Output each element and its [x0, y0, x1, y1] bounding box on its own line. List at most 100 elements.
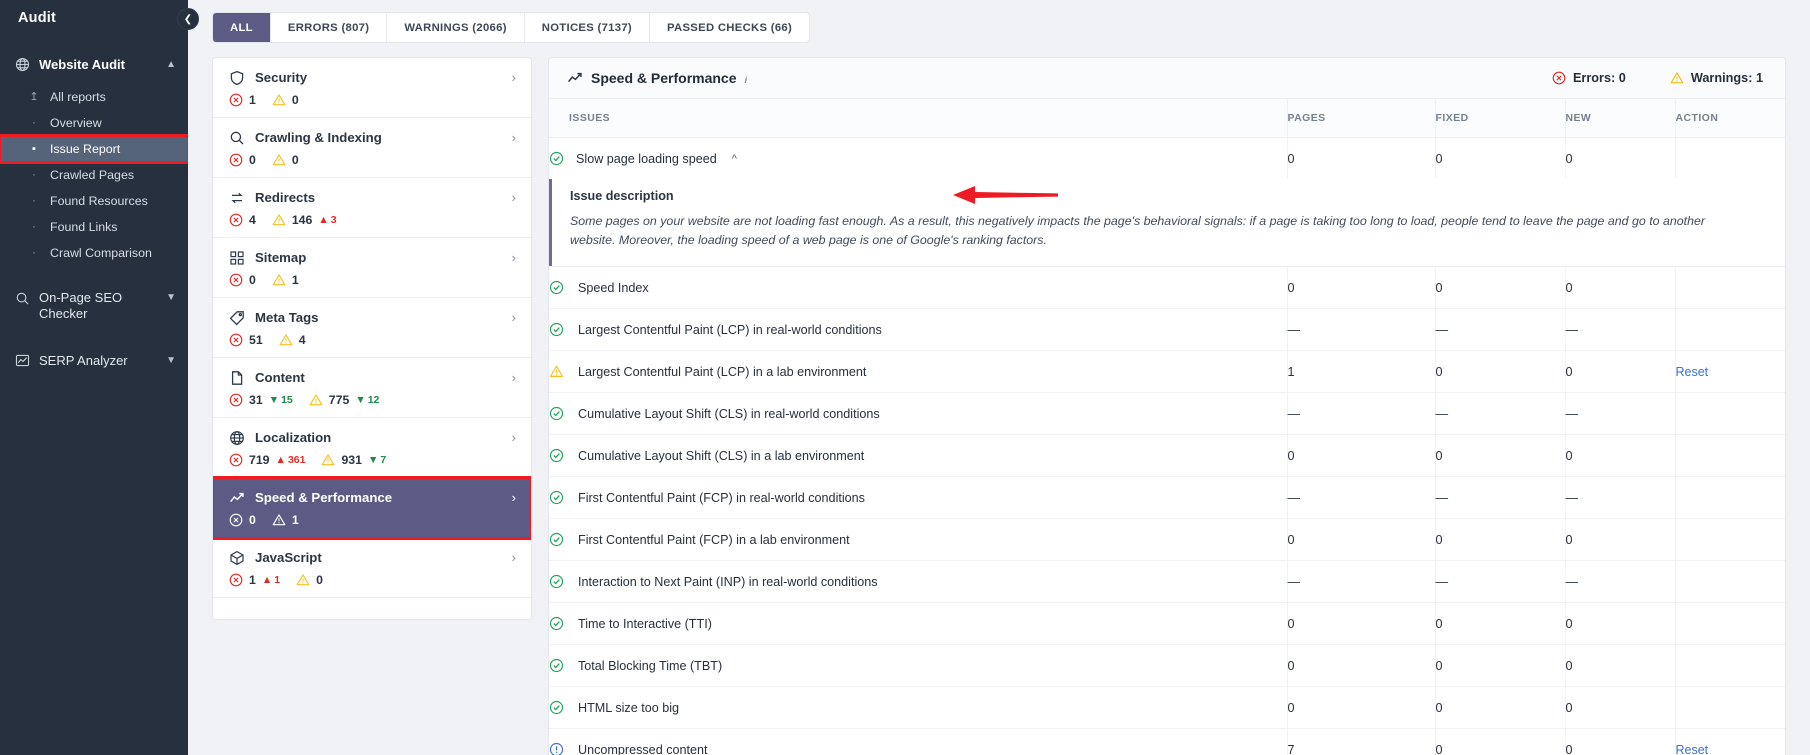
table-row[interactable]: Speed Index 0 0 0 [549, 266, 1785, 310]
sidebar-item-crawl-comparison[interactable]: · Crawl Comparison [0, 240, 188, 266]
tab-notices[interactable]: NOTICES (7137) [525, 13, 650, 42]
issue-description-row: Issue description Some pages on your web… [549, 179, 1785, 268]
category-sitemap[interactable]: Sitemap › 0 1 [213, 238, 531, 298]
warning-icon [272, 214, 286, 226]
sidebar-item-overview[interactable]: · Overview [0, 110, 188, 136]
category-content[interactable]: Content › 31 ▼ 15 775 ▼ 12 [213, 358, 531, 418]
check-circle-icon [549, 323, 564, 337]
error-icon [229, 333, 243, 347]
warning-count: 0 [272, 93, 299, 107]
issue-label: Uncompressed content [578, 742, 708, 755]
error-count: 0 [229, 273, 256, 287]
tab-warnings[interactable]: WARNINGS (2066) [387, 13, 525, 42]
chevron-right-icon[interactable]: › [512, 190, 516, 205]
table-row[interactable]: Cumulative Layout Shift (CLS) in a lab e… [549, 434, 1785, 478]
sidebar-item-found-links[interactable]: · Found Links [0, 214, 188, 240]
category-meta-tags[interactable]: Meta Tags › 51 4 [213, 298, 531, 358]
warning-icon [272, 514, 286, 526]
reset-link[interactable]: Reset [1676, 365, 1709, 379]
check-circle-icon [549, 659, 564, 673]
sidebar-group-serp-analyzer[interactable]: SERP Analyzer ▼ [0, 343, 188, 379]
issue-description-text: Some pages on your website are not loadi… [570, 214, 1706, 248]
cell-new: 0 [1564, 350, 1675, 394]
table-row[interactable]: Interaction to Next Paint (INP) in real-… [549, 560, 1785, 604]
chevron-right-icon[interactable]: › [512, 70, 516, 85]
chevron-right-icon[interactable]: › [512, 250, 516, 265]
chevron-right-icon[interactable]: › [512, 430, 516, 445]
cell-fixed: 0 [1434, 686, 1565, 730]
error-icon [229, 513, 243, 527]
chevron-down-icon[interactable]: ▼ [166, 353, 176, 366]
chevron-right-icon[interactable]: › [512, 370, 516, 385]
document-icon [228, 369, 245, 386]
cell-fixed: 0 [1434, 350, 1565, 394]
cell-action [1674, 686, 1785, 730]
table-row[interactable]: Largest Contentful Paint (LCP) in a lab … [549, 350, 1785, 394]
category-crawling-indexing[interactable]: Crawling & Indexing › 0 0 [213, 118, 531, 178]
cell-pages: 0 [1286, 434, 1435, 478]
chevron-left-icon[interactable]: ❮ [177, 8, 199, 30]
cell-new: 0 [1564, 728, 1675, 755]
table-row[interactable]: First Contentful Paint (FCP) in a lab en… [549, 518, 1785, 562]
chevron-right-icon[interactable]: › [512, 490, 516, 505]
error-icon [229, 213, 243, 227]
check-circle-icon [549, 407, 564, 421]
category-name: Crawling & Indexing [255, 130, 382, 145]
col-issues: ISSUES [549, 99, 1287, 138]
sidebar-title: Audit [18, 10, 57, 26]
table-row[interactable]: Uncompressed content 7 0 0 Reset [549, 728, 1785, 755]
error-count: 1 [229, 93, 256, 107]
sidebar-item-all-reports[interactable]: ↥ All reports [0, 84, 188, 110]
tab-errors[interactable]: ERRORS (807) [271, 13, 388, 42]
chevron-up-icon[interactable]: ^ [732, 153, 737, 165]
chevron-down-icon[interactable]: ▼ [166, 290, 176, 303]
table-row[interactable]: Time to Interactive (TTI) 0 0 0 [549, 602, 1785, 646]
category-redirects[interactable]: Redirects › 4 146 ▲ 3 [213, 178, 531, 238]
reset-link[interactable]: Reset [1676, 743, 1709, 755]
table-row[interactable]: First Contentful Paint (FCP) in real-wor… [549, 476, 1785, 520]
table-row[interactable]: Cumulative Layout Shift (CLS) in real-wo… [549, 392, 1785, 436]
warning-delta: ▲ 3 [318, 214, 337, 226]
cell-pages: 0 [1286, 518, 1435, 562]
cell-pages: 0 [1286, 644, 1435, 688]
sidebar-item-issue-report[interactable]: ▪ Issue Report [0, 134, 190, 164]
sidebar-group-on-page-seo-checker[interactable]: On-Page SEO Checker ▼ [0, 280, 188, 333]
check-circle-icon [549, 281, 564, 295]
col-new: NEW [1564, 99, 1675, 138]
table-row[interactable]: HTML size too big 0 0 0 [549, 686, 1785, 730]
category-name: Speed & Performance [255, 490, 393, 505]
tab-all[interactable]: ALL [213, 13, 271, 42]
warning-count: 0 [296, 573, 323, 587]
sidebar-item-found-resources[interactable]: · Found Resources [0, 188, 188, 214]
chevron-right-icon[interactable]: › [512, 310, 516, 325]
category-security[interactable]: Security › 1 0 [213, 58, 531, 118]
error-icon [229, 393, 243, 407]
table-row[interactable]: Total Blocking Time (TBT) 0 0 0 [549, 644, 1785, 688]
error-count: 51 [229, 333, 263, 347]
filter-tabs: ALL ERRORS (807) WARNINGS (2066) NOTICES… [212, 12, 811, 43]
cell-fixed: 0 [1434, 518, 1565, 562]
check-circle-icon [549, 575, 564, 589]
info-icon[interactable]: i [745, 75, 748, 86]
category-speed-performance[interactable]: Speed & Performance › 0 1 [213, 476, 531, 540]
cell-action [1674, 602, 1785, 646]
chevron-right-icon[interactable]: › [512, 130, 516, 145]
warning-icon [296, 574, 310, 586]
sidebar-item-crawled-pages[interactable]: · Crawled Pages [0, 162, 188, 188]
tab-passed-checks[interactable]: PASSED CHECKS (66) [650, 13, 809, 42]
category-javascript[interactable]: JavaScript › 1 ▲ 1 0 [213, 538, 531, 598]
sidebar-item-label: Crawl Comparison [50, 246, 152, 260]
table-row[interactable]: Largest Contentful Paint (LCP) in real-w… [549, 308, 1785, 352]
category-list: Security › 1 0 Crawling & Indexing › 0 0… [212, 57, 532, 620]
shield-icon [228, 69, 245, 86]
category-localization[interactable]: Localization › 719 ▲ 361 931 ▼ 7 [213, 418, 531, 478]
chevron-up-icon[interactable]: ▲ [166, 59, 176, 70]
cell-action [1674, 308, 1785, 352]
category-name: Content [255, 370, 305, 385]
sidebar-group-website-audit[interactable]: Website Audit ▲ [0, 49, 188, 79]
table-row-parent-issue[interactable]: Slow page loading speed ^ 0 0 0 [549, 137, 1785, 179]
dot-icon: · [32, 168, 36, 181]
cell-new: 0 [1564, 137, 1675, 179]
dot-icon: · [32, 116, 36, 129]
chevron-right-icon[interactable]: › [512, 550, 516, 565]
